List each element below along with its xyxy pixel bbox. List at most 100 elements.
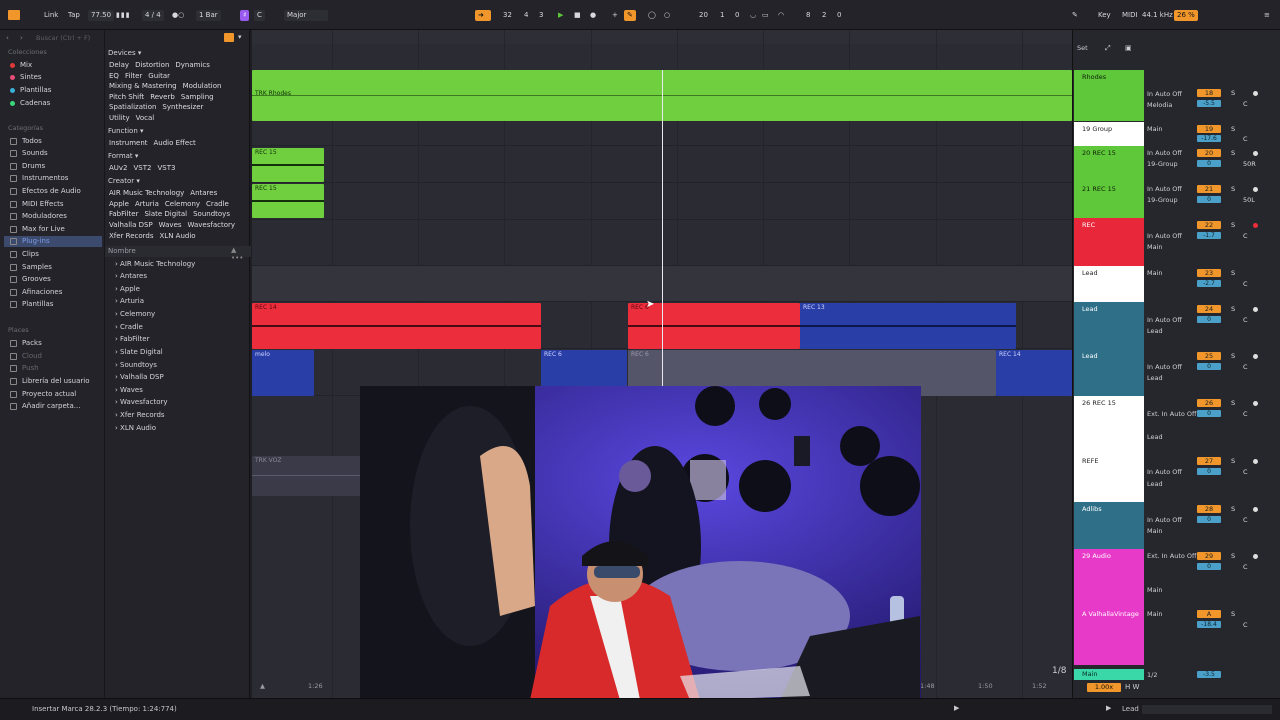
vendor-item[interactable]: › Arturia	[115, 296, 144, 307]
pan-field[interactable]: 50L	[1243, 196, 1255, 204]
track-number-button[interactable]: 22	[1197, 221, 1221, 229]
arm-button[interactable]	[1253, 187, 1258, 192]
volume-field[interactable]: 0	[1197, 196, 1221, 203]
output-route-select[interactable]: Lead	[1147, 480, 1163, 488]
solo-button[interactable]: S	[1231, 305, 1235, 313]
loop-start-beat[interactable]: 1	[720, 10, 724, 21]
master-volume-field[interactable]: -3.5	[1197, 671, 1221, 678]
filter-tag[interactable]: Antares	[190, 188, 217, 199]
mixer-track-21-rec-15[interactable]: 21 REC 15	[1074, 182, 1144, 218]
filter-tag[interactable]: Xfer Records	[109, 231, 154, 242]
input-monitor[interactable]: In Auto Off	[1147, 316, 1182, 324]
category-grooves[interactable]: Grooves	[10, 274, 51, 285]
vendor-item[interactable]: › XLN Audio	[115, 423, 156, 434]
pan-field[interactable]: C	[1243, 516, 1248, 524]
punch-in-icon[interactable]: ◡	[750, 10, 756, 21]
category-midi-effects[interactable]: MIDI Effects	[10, 199, 64, 210]
track-number-button[interactable]: 18	[1197, 89, 1221, 97]
filter-tag[interactable]: Waves	[159, 220, 182, 231]
output-route-select[interactable]: 19-Group	[1147, 196, 1178, 204]
mixer-track-lead[interactable]: Lead	[1074, 349, 1144, 396]
mixer-track-refe[interactable]: REFE	[1074, 454, 1144, 502]
pan-field[interactable]: 50R	[1243, 160, 1256, 168]
pan-field[interactable]: C	[1243, 468, 1248, 476]
filter-tag[interactable]: AUv2	[109, 163, 128, 174]
midi-map-button[interactable]: MIDI	[1122, 10, 1138, 21]
output-route-select[interactable]: Lead	[1147, 433, 1163, 441]
volume-field[interactable]: -18.4	[1197, 621, 1221, 628]
volume-field[interactable]: 0	[1197, 160, 1221, 167]
solo-button[interactable]: S	[1231, 552, 1235, 560]
mixer-track-rec[interactable]: REC	[1074, 218, 1144, 266]
browser-toggle-icon[interactable]	[8, 10, 20, 20]
clip-melo[interactable]: melo	[252, 350, 314, 396]
function-filter-heading[interactable]: Function ▾	[108, 126, 144, 137]
loop-start-bar[interactable]: 20	[699, 10, 708, 21]
clip-rec13[interactable]: REC 13	[800, 303, 1016, 349]
mixer-track-adlibs[interactable]: Adlibs	[1074, 502, 1144, 549]
place-user-library[interactable]: Librería del usuario	[10, 376, 90, 387]
mixer-track-lead-group[interactable]: Lead	[1074, 266, 1144, 302]
nombre-column-header[interactable]: Nombre	[108, 246, 136, 257]
filter-tag[interactable]: Instrument	[109, 138, 148, 149]
solo-button[interactable]: S	[1231, 125, 1235, 133]
output-route-select[interactable]: Main	[1147, 269, 1163, 277]
devices-filter-heading[interactable]: Devices ▾	[108, 48, 141, 59]
arm-button[interactable]	[1253, 507, 1258, 512]
creator-filter-heading[interactable]: Creator ▾	[108, 176, 140, 187]
track-number-button[interactable]: 27	[1197, 457, 1221, 465]
place-cloud[interactable]: Cloud	[10, 351, 42, 362]
input-monitor[interactable]: Ext. In Auto Off	[1147, 552, 1197, 560]
collection-plantillas[interactable]: Plantillas	[10, 85, 51, 96]
filter-tag[interactable]: Valhalla DSP	[109, 220, 153, 231]
volume-field[interactable]: -2.7	[1197, 280, 1221, 287]
vendor-item[interactable]: › Wavesfactory	[115, 397, 168, 408]
set-button[interactable]: Set	[1077, 44, 1088, 52]
mixer-track-rhodes[interactable]: Rhodes	[1074, 70, 1144, 121]
track-number-button[interactable]: A	[1197, 610, 1221, 618]
input-monitor[interactable]: Ext. In Auto Off	[1147, 410, 1197, 418]
pan-field[interactable]: C	[1243, 280, 1248, 288]
quantization-menu[interactable]: 1 Bar	[196, 10, 221, 21]
output-route-select[interactable]: Main	[1147, 610, 1163, 618]
filter-tag[interactable]: Mixing & Mastering	[109, 81, 177, 92]
clip-trk-voz[interactable]: TRK VOZ	[252, 456, 362, 496]
input-monitor[interactable]: In Auto Off	[1147, 149, 1182, 157]
category-plantillas[interactable]: Plantillas	[10, 299, 53, 310]
collection-cadenas[interactable]: Cadenas	[10, 98, 50, 109]
output-route-select[interactable]: 19-Group	[1147, 160, 1178, 168]
mixer-track-lead[interactable]: Lead	[1074, 302, 1144, 349]
mixer-track-main[interactable]: Main	[1074, 669, 1144, 680]
key-select[interactable]: C	[254, 10, 265, 21]
pan-field[interactable]: C	[1243, 363, 1248, 371]
scale-mode-icon[interactable]: ♯	[240, 10, 250, 21]
vendor-item[interactable]: › Valhalla DSP	[115, 372, 164, 383]
clip-rec14[interactable]: REC 14	[252, 303, 541, 349]
track-number-button[interactable]: 29	[1197, 552, 1221, 560]
loop-icon[interactable]: ◯	[648, 10, 656, 21]
loop-length-sixteenth[interactable]: 0	[837, 10, 841, 21]
volume-field[interactable]: 0	[1197, 563, 1221, 570]
filter-tag[interactable]: Vocal	[136, 113, 155, 124]
input-monitor[interactable]: In Auto Off	[1147, 363, 1182, 371]
loop-start-sixteenth[interactable]: 0	[735, 10, 739, 21]
pan-field[interactable]: C	[1243, 410, 1248, 418]
output-route-select[interactable]: Main	[1147, 586, 1163, 594]
arm-button[interactable]	[1253, 151, 1258, 156]
place-packs[interactable]: Packs	[10, 338, 42, 349]
solo-button[interactable]: S	[1231, 221, 1235, 229]
nudge-icon[interactable]: ▮▮▮	[116, 10, 131, 21]
capture-icon[interactable]: ○	[664, 10, 670, 21]
volume-field[interactable]: -1.7	[1197, 232, 1221, 239]
solo-button[interactable]: S	[1231, 185, 1235, 193]
solo-button[interactable]: S	[1231, 457, 1235, 465]
lock-icon[interactable]: ▣	[1125, 44, 1132, 52]
category-plug-ins[interactable]: Plug-ins	[4, 236, 102, 247]
solo-button[interactable]: S	[1231, 269, 1235, 277]
track-number-button[interactable]: 28	[1197, 505, 1221, 513]
loop-length-bar[interactable]: 8	[806, 10, 810, 21]
place-current-project[interactable]: Proyecto actual	[10, 389, 76, 400]
solo-button[interactable]: S	[1231, 610, 1235, 618]
mixer-track-26-rec-15[interactable]: 26 REC 15	[1074, 396, 1144, 454]
clip-rec15[interactable]: REC 15	[252, 184, 324, 218]
